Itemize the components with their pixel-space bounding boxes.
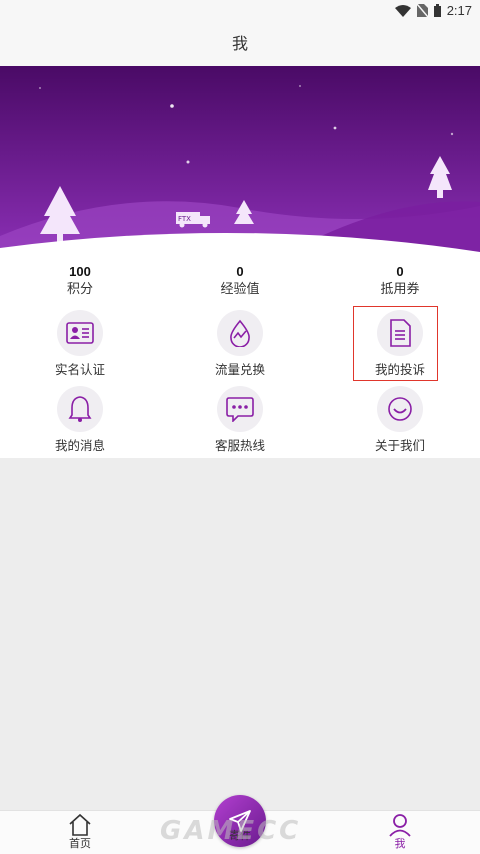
menu-label: 关于我们	[374, 439, 425, 453]
tab-label: 首页	[69, 838, 91, 850]
stat-experience[interactable]: 0 经验值	[180, 264, 300, 298]
menu-customer-hotline[interactable]: 客服热线	[180, 386, 300, 453]
no-sim-icon	[416, 4, 428, 17]
tab-home[interactable]: 首页	[40, 811, 120, 854]
menu-identity-verification[interactable]: 实名认证	[20, 310, 140, 377]
status-time: 2:17	[446, 3, 472, 18]
menu-label: 实名认证	[54, 363, 105, 377]
id-card-icon	[66, 322, 94, 344]
menu-traffic-exchange[interactable]: 流量兑换	[180, 310, 300, 377]
stat-label: 经验值	[220, 281, 260, 296]
stat-points[interactable]: 100 积分	[20, 264, 140, 298]
chat-bubble-icon	[226, 397, 254, 422]
stat-label: 积分	[66, 281, 93, 296]
menu-about-us[interactable]: 关于我们	[340, 386, 460, 453]
stat-value: 0	[396, 264, 404, 279]
smile-icon	[388, 397, 412, 421]
page-title: 我	[0, 24, 480, 66]
tab-me[interactable]: 我	[360, 811, 440, 854]
tab-label: 我	[394, 838, 406, 850]
battery-icon	[433, 4, 441, 17]
menu-label: 流量兑换	[214, 363, 265, 377]
bell-icon	[68, 396, 92, 422]
profile-content: 100 积分 0 经验值 0 抵用券 实名认证 流量兑换 我的投诉 我的消息 客…	[0, 256, 480, 458]
traffic-icon	[230, 319, 250, 347]
document-icon	[390, 319, 411, 347]
menu-my-complaints[interactable]: 我的投诉	[340, 310, 460, 377]
stat-coupons[interactable]: 0 抵用券	[340, 264, 460, 298]
menu-label: 我的消息	[54, 439, 105, 453]
menu-label: 我的投诉	[374, 363, 425, 377]
menu-my-messages[interactable]: 我的消息	[20, 386, 140, 453]
stat-value: 0	[236, 264, 244, 279]
home-icon	[69, 813, 91, 836]
stat-value: 100	[69, 264, 91, 279]
truck-logo: FTX	[178, 215, 191, 223]
menu-label: 客服热线	[214, 439, 265, 453]
person-icon	[389, 814, 411, 837]
send-package-label: 寄件	[229, 830, 251, 842]
status-bar: 2:17	[0, 0, 480, 24]
wifi-icon	[394, 4, 411, 17]
profile-banner: FTX	[0, 66, 480, 256]
stat-label: 抵用券	[380, 281, 420, 296]
